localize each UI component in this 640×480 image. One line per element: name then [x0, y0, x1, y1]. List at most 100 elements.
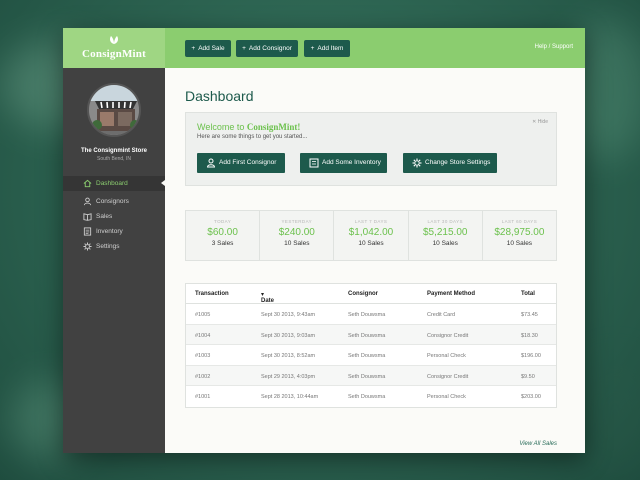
table-row[interactable]: #1004 Sept 30 2013, 9:03am Seth Douwsma … [186, 324, 556, 345]
cell-consignor: Seth Douwsma [348, 394, 386, 400]
add-sale-button[interactable]: + Add Sale [185, 40, 231, 57]
stat-yesterday: YESTERDAY $240.00 10 Sales [260, 211, 335, 260]
table-row[interactable]: #1002 Sept 29 2013, 4:03pm Seth Douwsma … [186, 365, 556, 386]
cell-consignor: Seth Douwsma [348, 373, 386, 380]
add-item-button[interactable]: + Add Item [304, 40, 350, 57]
stat-last-7-days: LAST 7 DAYS $1,042.00 10 Sales [334, 211, 409, 260]
cell-total: $196.00 [521, 353, 541, 359]
add-first-consignor-button[interactable]: Add First Consignor [197, 153, 285, 173]
store-location: South Bend, IN [97, 156, 131, 162]
plus-icon: + [191, 45, 196, 52]
table-body: #1005 Sept 30 2013, 9:43am Seth Douwsma … [186, 304, 556, 407]
cell-transaction: #1003 [195, 353, 211, 359]
sidebar-item-consignors[interactable]: Consignors [63, 194, 165, 209]
cell-payment-method: Consignor Credit [427, 373, 469, 380]
stat-amount: $60.00 [207, 227, 238, 238]
transactions-table: Transaction Date ▾ Consignor Payment Met… [185, 283, 557, 408]
cell-consignor: Seth Douwsma [348, 312, 386, 318]
gear-icon [83, 242, 92, 251]
view-all-sales-link[interactable]: View All Sales [519, 441, 557, 447]
cell-date: Sept 30 2013, 9:03am [261, 332, 316, 339]
stat-sales: 10 Sales [358, 240, 384, 247]
logo[interactable]: ConsignMint [63, 28, 165, 68]
person-icon [83, 197, 92, 206]
stat-amount: $240.00 [278, 227, 315, 238]
stat-today: TODAY $60.00 3 Sales [186, 211, 261, 260]
sales-stats: TODAY $60.00 3 Sales YESTERDAY $240.00 1… [185, 210, 557, 261]
sidebar-item-sales[interactable]: Sales [63, 209, 165, 224]
change-store-settings-button[interactable]: Change Store Settings [403, 153, 497, 173]
sidebar-item-label: Consignors [96, 198, 129, 205]
help-support-link[interactable]: Help / Support [535, 44, 573, 50]
cell-date: Sept 29 2013, 4:03pm [261, 373, 316, 380]
stat-amount: $5,215.00 [422, 227, 468, 238]
close-icon: ✕ [532, 119, 537, 125]
stat-label: LAST 60 DAYS [501, 219, 538, 224]
cell-payment-method: Consignor Credit [427, 332, 469, 339]
column-consignor[interactable]: Consignor [348, 291, 378, 297]
cell-payment-method: Personal Check [427, 394, 466, 400]
sidebar-item-label: Inventory [96, 228, 123, 235]
stat-sales: 10 Sales [506, 240, 533, 247]
cell-transaction: #1001 [195, 394, 211, 400]
sidebar-item-dashboard[interactable]: Dashboard [63, 176, 165, 191]
page-title: Dashboard [185, 88, 254, 104]
hide-welcome-button[interactable]: ✕ Hide [532, 119, 548, 125]
stat-last-30-days: LAST 30 DAYS $5,215.00 10 Sales [409, 211, 483, 260]
inventory-icon [309, 158, 319, 168]
stat-amount: $1,042.00 [348, 227, 394, 238]
welcome-title: Welcome to ConsignMint! [197, 122, 301, 132]
plus-icon: + [310, 45, 315, 52]
person-icon [206, 158, 216, 168]
column-payment-method[interactable]: Payment Method [427, 291, 475, 297]
leaf-icon [110, 36, 118, 44]
app-window: ConsignMint + Add Sale + Add Consignor + Ad… [63, 28, 585, 453]
stat-label: TODAY [214, 219, 232, 224]
list-icon [83, 227, 92, 236]
table-row[interactable]: #1003 Sept 30 2013, 8:52am Seth Douwsma … [186, 345, 556, 366]
sidebar-item-label: Settings [96, 243, 120, 250]
column-date[interactable]: Date ▾ [261, 291, 274, 304]
store-name: The Consignmint Store [81, 148, 147, 154]
sidebar-item-inventory[interactable]: Inventory [63, 224, 165, 239]
plus-icon: + [242, 45, 246, 52]
cell-transaction: #1004 [195, 332, 211, 339]
cell-total: $18.30 [521, 332, 538, 339]
stat-label: YESTERDAY [281, 219, 313, 224]
stat-label: LAST 7 DAYS [354, 219, 388, 224]
welcome-panel: Welcome to ConsignMint! Here are some th… [185, 112, 557, 186]
cell-consignor: Seth Douwsma [348, 332, 386, 339]
column-transaction[interactable]: Transaction [195, 291, 229, 297]
brand-name: ConsignMint [82, 48, 146, 60]
table-row[interactable]: #1005 Sept 30 2013, 9:43am Seth Douwsma … [186, 304, 556, 325]
cell-total: $9.50 [521, 373, 535, 380]
sidebar-item-settings[interactable]: Settings [63, 239, 165, 254]
sidebar-item-label: Sales [96, 213, 113, 220]
cell-transaction: #1005 [195, 312, 211, 318]
main-content: Dashboard Welcome to ConsignMint! Here a… [165, 68, 585, 453]
cell-date: Sept 28 2013, 10:44am [261, 394, 319, 400]
stat-sales: 10 Sales [432, 240, 458, 247]
table-row[interactable]: #1001 Sept 28 2013, 10:44am Seth Douwsma… [186, 386, 556, 407]
cell-date: Sept 30 2013, 9:43am [261, 312, 316, 318]
add-some-inventory-button[interactable]: Add Some Inventory [300, 153, 387, 173]
stat-sales: 10 Sales [284, 240, 310, 247]
gear-icon [412, 158, 422, 168]
cell-total: $203.00 [521, 394, 541, 400]
top-bar: ConsignMint + Add Sale + Add Consignor + Ad… [63, 28, 585, 68]
cell-payment-method: Credit Card [427, 312, 456, 318]
book-icon [83, 213, 92, 221]
cell-payment-method: Personal Check [427, 353, 466, 359]
home-icon [83, 179, 92, 188]
cell-date: Sept 30 2013, 8:52am [261, 353, 316, 359]
column-total[interactable]: Total [521, 291, 535, 297]
store-photo [87, 83, 141, 137]
sidebar-item-label: Dashboard [96, 180, 128, 187]
stat-label: LAST 30 DAYS [427, 219, 463, 224]
storefront-image [89, 85, 139, 135]
stat-last-60-days: LAST 60 DAYS $28,975.00 10 Sales [483, 211, 556, 260]
table-header: Transaction Date ▾ Consignor Payment Met… [186, 284, 556, 304]
welcome-subtitle: Here are some things to get you started.… [197, 134, 308, 140]
add-consignor-button[interactable]: + Add Consignor [236, 40, 298, 57]
cell-total: $73.45 [521, 312, 538, 318]
